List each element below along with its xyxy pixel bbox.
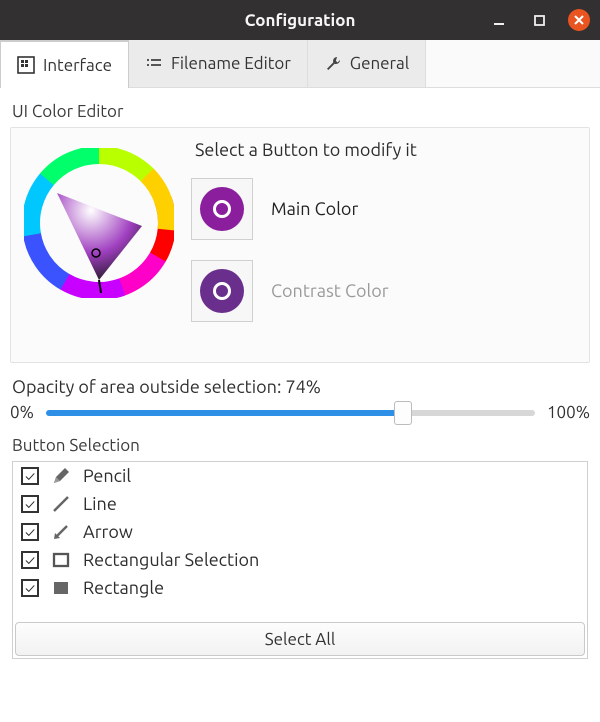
- arrow-icon: [49, 522, 73, 542]
- window-maximize-button[interactable]: [528, 9, 550, 31]
- window-minimize-button[interactable]: [488, 9, 510, 31]
- checkbox[interactable]: ✓: [21, 579, 39, 597]
- color-picker-prompt: Select a Button to modify it: [195, 140, 581, 160]
- rect-selection-icon: [49, 550, 73, 570]
- main-color-row: Main Color: [191, 178, 581, 240]
- main-color-label: Main Color: [271, 199, 358, 219]
- list-item[interactable]: ✓ Rectangle: [13, 574, 587, 602]
- select-all-button[interactable]: Select All: [15, 622, 585, 656]
- tab-label: General: [350, 54, 409, 73]
- opacity-max-label: 100%: [547, 403, 590, 422]
- list-item-label: Rectangle: [83, 578, 164, 598]
- window-close-button[interactable]: [568, 9, 590, 31]
- button-selection-heading: Button Selection: [12, 436, 590, 455]
- opacity-label: Opacity of area outside selection: 74%: [12, 377, 590, 397]
- rectangle-icon: [49, 578, 73, 598]
- list-item[interactable]: ✓ Line: [13, 490, 587, 518]
- list-item-label: Arrow: [83, 522, 133, 542]
- close-icon: [573, 14, 585, 26]
- button-selection-list[interactable]: ✓ Pencil ✓ Line ✓ Arrow ✓ Rectangular Se…: [13, 462, 587, 620]
- opacity-min-label: 0%: [10, 403, 34, 422]
- list-item[interactable]: ✓ Rectangular Selection: [13, 546, 587, 574]
- list-item[interactable]: ✓ Arrow: [13, 518, 587, 546]
- ui-color-editor-panel: Select a Button to modify it Main Color …: [10, 127, 590, 363]
- window-titlebar: Configuration: [0, 0, 600, 40]
- maximize-icon: [533, 14, 546, 27]
- checkbox[interactable]: ✓: [21, 523, 39, 541]
- tab-filename-editor[interactable]: Filename Editor: [129, 40, 308, 87]
- grid-icon: [17, 56, 35, 74]
- contrast-color-row: Contrast Color: [191, 260, 581, 322]
- checkbox[interactable]: ✓: [21, 467, 39, 485]
- checkbox[interactable]: ✓: [21, 495, 39, 513]
- contrast-color-label: Contrast Color: [271, 281, 389, 301]
- list-icon: [145, 56, 163, 72]
- tab-bar: Interface Filename Editor General: [0, 40, 600, 88]
- checkbox[interactable]: ✓: [21, 551, 39, 569]
- button-selection-panel: ✓ Pencil ✓ Line ✓ Arrow ✓ Rectangular Se…: [12, 461, 588, 659]
- contrast-color-swatch[interactable]: [191, 260, 253, 322]
- tab-label: Filename Editor: [171, 54, 291, 73]
- tab-general[interactable]: General: [308, 40, 426, 87]
- color-wheel[interactable]: [19, 140, 179, 298]
- minimize-icon: [492, 13, 506, 27]
- list-item-label: Line: [83, 494, 117, 514]
- window-controls: [488, 0, 590, 40]
- tab-label: Interface: [43, 56, 112, 75]
- list-item-label: Pencil: [83, 466, 131, 486]
- color-wheel-icon: [24, 148, 174, 298]
- tab-interface[interactable]: Interface: [0, 40, 129, 88]
- list-item-label: Rectangular Selection: [83, 550, 259, 570]
- line-icon: [49, 494, 73, 514]
- pencil-icon: [49, 466, 73, 486]
- wrench-icon: [324, 55, 342, 73]
- main-color-swatch[interactable]: [191, 178, 253, 240]
- list-item[interactable]: ✓ Pencil: [13, 462, 587, 490]
- ui-color-editor-heading: UI Color Editor: [12, 102, 590, 121]
- opacity-slider[interactable]: [46, 410, 535, 416]
